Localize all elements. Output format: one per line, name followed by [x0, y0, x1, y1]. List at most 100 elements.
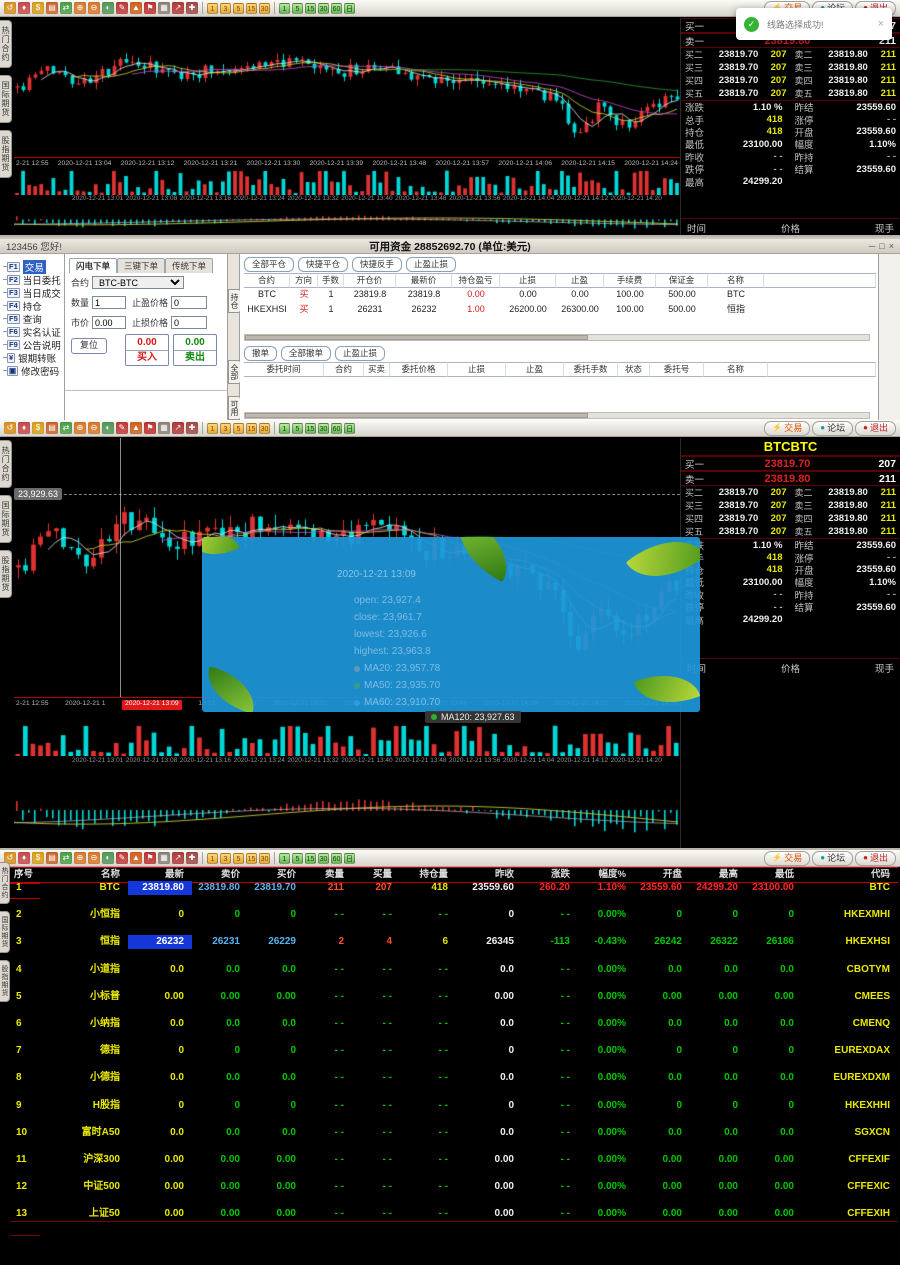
- depth-row[interactable]: 买四23819.70207卖四23819.80211: [681, 74, 900, 87]
- screenshot-icon[interactable]: ◐: [102, 852, 114, 864]
- period-button[interactable]: 60: [331, 3, 342, 14]
- period-button[interactable]: 15: [305, 423, 316, 434]
- draw-line-icon[interactable]: ✎: [116, 2, 128, 14]
- scrollbar-thumb[interactable]: [245, 335, 588, 340]
- tools-icon[interactable]: ✚: [186, 422, 198, 434]
- grid-icon[interactable]: ▦: [158, 422, 170, 434]
- screenshot-icon[interactable]: ◐: [102, 2, 114, 14]
- cancel-all-orders-button[interactable]: 全部撤单: [281, 346, 331, 361]
- oscillator-chart-canvas-main[interactable]: [14, 766, 680, 846]
- zoom-in-icon[interactable]: ⊕: [74, 422, 86, 434]
- period-button[interactable]: 5: [292, 423, 303, 434]
- menu-item-f1[interactable]: F1交易: [0, 260, 64, 273]
- flag-icon[interactable]: ⚑: [144, 852, 156, 864]
- account-icon[interactable]: ♦: [18, 422, 30, 434]
- tab-hot-contracts[interactable]: 热门合约: [0, 440, 12, 488]
- quote-row[interactable]: 4小道指0.00.00.0- -- -- -0.0- -0.00%0.00.00…: [10, 963, 898, 990]
- trend-icon[interactable]: ↗: [172, 422, 184, 434]
- period-button[interactable]: 1: [207, 423, 218, 434]
- refresh-icon[interactable]: ⇄: [60, 422, 72, 434]
- tools-icon[interactable]: ✚: [186, 2, 198, 14]
- zoom-in-icon[interactable]: ⊕: [74, 2, 86, 14]
- period-button[interactable]: 60: [331, 423, 342, 434]
- depth-row[interactable]: 买四23819.70207卖四23819.80211: [681, 512, 900, 525]
- horizontal-scrollbar[interactable]: [244, 334, 870, 341]
- trend-icon[interactable]: ↗: [172, 2, 184, 14]
- draw-line-icon[interactable]: ✎: [116, 852, 128, 864]
- grid-icon[interactable]: ▦: [158, 852, 170, 864]
- order-book-icon[interactable]: ▤: [46, 2, 58, 14]
- tab-index-futures[interactable]: 股指期货: [0, 960, 10, 1002]
- flag-icon[interactable]: ⚑: [144, 2, 156, 14]
- period-button[interactable]: 30: [259, 423, 270, 434]
- scrollbar-thumb[interactable]: [245, 413, 588, 418]
- exit-button[interactable]: ●退出: [855, 851, 896, 866]
- menu-item-f2[interactable]: F2当日委托: [0, 273, 64, 286]
- quick-close-button[interactable]: 快捷平仓: [298, 257, 348, 272]
- period-button[interactable]: 3: [220, 3, 231, 14]
- paint-icon[interactable]: ▲: [130, 2, 142, 14]
- period-button[interactable]: 3: [220, 853, 231, 864]
- ask1-row[interactable]: 卖一23819.80211: [681, 471, 900, 486]
- tp-sl-button[interactable]: 止盈止损: [406, 257, 456, 272]
- menu-item-¥[interactable]: ¥银期转账: [0, 351, 64, 364]
- period-button[interactable]: 30: [318, 423, 329, 434]
- depth-row[interactable]: 买三23819.70207卖三23819.80211: [681, 61, 900, 74]
- sell-button[interactable]: 0.00 卖出: [173, 334, 217, 366]
- quote-row[interactable]: 2小恒指000- -- -- -0- -0.00%000HKEXMHI: [10, 908, 898, 935]
- flag-icon[interactable]: ⚑: [144, 422, 156, 434]
- zoom-out-icon[interactable]: ⊖: [88, 422, 100, 434]
- tab-international-futures[interactable]: 国际期货: [0, 911, 10, 953]
- volume-chart-canvas-main[interactable]: [14, 724, 680, 756]
- account-icon[interactable]: ♦: [18, 852, 30, 864]
- order-tab[interactable]: 闪电下单: [69, 258, 117, 273]
- funds-icon[interactable]: $: [32, 422, 44, 434]
- period-button[interactable]: 日: [344, 3, 355, 14]
- window-control-button[interactable]: ─: [869, 241, 875, 251]
- quote-row[interactable]: 11沪深3000.000.000.00- -- -- -0.00- -0.00%…: [10, 1153, 898, 1180]
- take-profit-input[interactable]: [171, 296, 207, 309]
- quote-row[interactable]: 3恒指26232262312622924626345-113-0.43%2624…: [10, 935, 898, 962]
- period-button[interactable]: 5: [233, 3, 244, 14]
- volume-chart-canvas[interactable]: [14, 169, 680, 195]
- contract-select[interactable]: BTC-BTC: [92, 276, 184, 289]
- quote-row[interactable]: 7德指000- -- -- -0- -0.00%000EUREXDAX: [10, 1044, 898, 1071]
- period-button[interactable]: 30: [259, 3, 270, 14]
- period-button[interactable]: 1: [279, 3, 290, 14]
- quote-row[interactable]: 12中证5000.000.000.00- -- -- -0.00- -0.00%…: [10, 1180, 898, 1207]
- period-button[interactable]: 日: [344, 423, 355, 434]
- period-button[interactable]: 3: [220, 423, 231, 434]
- quote-row[interactable]: 5小标普0.000.000.00- -- -- -0.00- -0.00%0.0…: [10, 990, 898, 1017]
- depth-row[interactable]: 买二23819.70207卖二23819.80211: [681, 486, 900, 499]
- quote-row[interactable]: 6小纳指0.00.00.0- -- -- -0.0- -0.00%0.00.00…: [10, 1017, 898, 1044]
- tab-hot-contracts[interactable]: 热门合约: [0, 20, 12, 68]
- window-control-button[interactable]: ×: [889, 241, 894, 251]
- window-control-button[interactable]: □: [879, 241, 884, 251]
- trend-icon[interactable]: ↗: [172, 852, 184, 864]
- period-button[interactable]: 15: [246, 3, 257, 14]
- menu-item-f3[interactable]: F3当日成交: [0, 286, 64, 299]
- period-button[interactable]: 30: [259, 853, 270, 864]
- period-button[interactable]: 30: [318, 853, 329, 864]
- forum-button[interactable]: ●论坛: [812, 421, 853, 436]
- toast-close-icon[interactable]: ×: [878, 18, 884, 30]
- quote-row[interactable]: 9H股指000- -- -- -0- -0.00%000HKEXHHI: [10, 1099, 898, 1126]
- trade-button[interactable]: ⚡交易: [764, 421, 810, 436]
- quote-row[interactable]: 8小德指0.00.00.0- -- -- -0.0- -0.00%0.00.00…: [10, 1071, 898, 1098]
- tab-international-futures[interactable]: 国际期货: [0, 495, 12, 543]
- grid-icon[interactable]: ▦: [158, 2, 170, 14]
- quick-reverse-button[interactable]: 快捷反手: [352, 257, 402, 272]
- menu-item-f4[interactable]: F4持仓: [0, 299, 64, 312]
- stop-loss-input[interactable]: [171, 316, 207, 329]
- position-row[interactable]: BTC买123819.823819.80.000.000.00100.00500…: [244, 287, 876, 302]
- menu-item-f6[interactable]: F6实名认证: [0, 325, 64, 338]
- tools-icon[interactable]: ✚: [186, 852, 198, 864]
- zoom-out-icon[interactable]: ⊖: [88, 2, 100, 14]
- close-all-positions-button[interactable]: 全部平仓: [244, 257, 294, 272]
- reconnect-icon[interactable]: ↺: [4, 422, 16, 434]
- period-button[interactable]: 5: [292, 3, 303, 14]
- paint-icon[interactable]: ▲: [130, 852, 142, 864]
- menu-item-f9[interactable]: F9公告说明: [0, 338, 64, 351]
- period-button[interactable]: 15: [305, 853, 316, 864]
- period-button[interactable]: 5: [233, 853, 244, 864]
